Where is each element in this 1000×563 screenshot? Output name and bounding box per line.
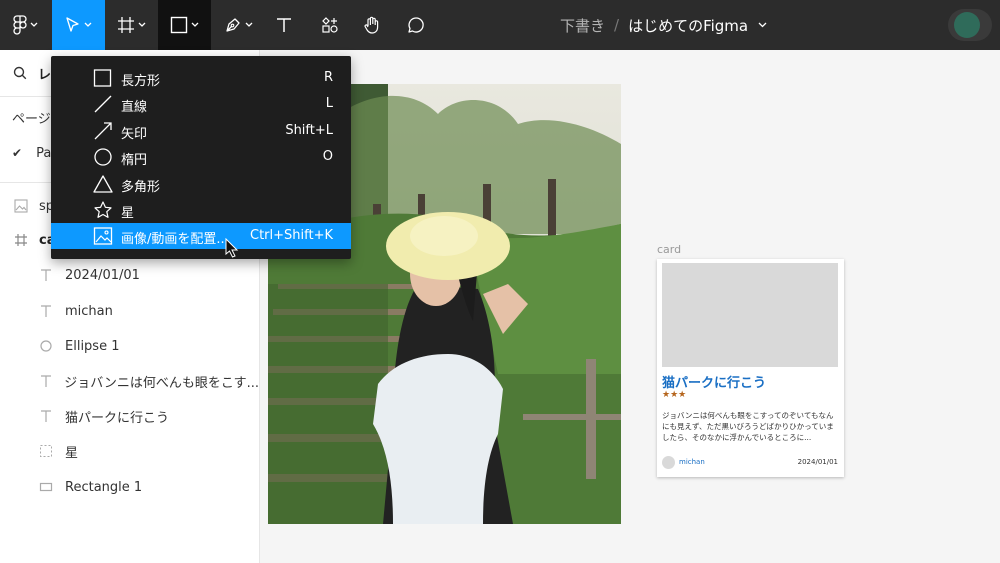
shape-menu: 長方形 R 直線 L 矢印 Shift+L 楕円 O 多角形 星 画像/動画を配… xyxy=(51,56,351,259)
text-icon xyxy=(34,304,58,318)
chevron-down-icon xyxy=(138,22,146,27)
frame-hash-icon xyxy=(118,17,134,33)
layer-label: ジョバンニは何べんも眼をこす... xyxy=(64,375,259,391)
cursor-arrow-icon xyxy=(66,17,79,32)
resources-icon xyxy=(322,17,338,33)
layer-row[interactable]: 猫パークに行こう xyxy=(0,399,259,433)
file-name[interactable]: はじめてのFigma xyxy=(628,15,748,36)
breadcrumb-separator: / xyxy=(614,16,620,34)
menu-item-label: 矢印 xyxy=(121,127,148,142)
layer-row[interactable]: 星 xyxy=(0,434,259,468)
layer-label: Ellipse 1 xyxy=(65,338,120,354)
line-icon xyxy=(94,95,112,113)
star-icon xyxy=(34,444,58,458)
layer-label: 2024/01/01 xyxy=(65,267,140,283)
menu-item-arrow[interactable]: 矢印 Shift+L xyxy=(51,118,351,144)
polygon-icon xyxy=(93,175,113,193)
chevron-down-icon xyxy=(84,22,92,27)
text-icon xyxy=(34,268,58,282)
draft-label[interactable]: 下書き xyxy=(560,15,605,36)
move-tool-button[interactable] xyxy=(52,0,105,50)
menu-item-label: 楕円 xyxy=(121,153,148,168)
menu-item-line[interactable]: 直線 L xyxy=(51,91,351,117)
frame-icon xyxy=(9,233,33,247)
toolbar: 下書き / はじめてのFigma xyxy=(0,0,1000,50)
menu-item-label: 星 xyxy=(121,206,135,221)
layer-row[interactable]: 2024/01/01 xyxy=(0,258,259,292)
chevron-down-icon xyxy=(191,22,199,27)
text-icon xyxy=(34,409,58,423)
menu-item-polygon[interactable]: 多角形 xyxy=(51,171,351,197)
card-date: 2024/01/01 xyxy=(797,458,838,466)
user-menu[interactable] xyxy=(948,9,992,41)
menu-item-label: 直線 xyxy=(121,100,148,115)
layer-row[interactable]: Rectangle 1 xyxy=(0,470,259,504)
chevron-down-icon xyxy=(30,22,37,27)
star-icon xyxy=(94,201,112,218)
avatar[interactable] xyxy=(954,12,980,38)
layer-label: 星 xyxy=(65,445,79,461)
arrow-icon xyxy=(94,122,112,140)
figma-logo-icon xyxy=(12,15,27,35)
comment-icon xyxy=(408,17,424,33)
card-author: michan xyxy=(679,458,705,466)
file-title[interactable]: 下書き / はじめてのFigma xyxy=(560,0,767,50)
rectangle-icon xyxy=(170,16,188,34)
menu-item-place-image[interactable]: 画像/動画を配置... Ctrl+Shift+K xyxy=(51,223,351,249)
frame-label[interactable]: card xyxy=(657,243,681,256)
ellipse-icon xyxy=(34,339,58,353)
mouse-cursor-icon xyxy=(225,238,239,258)
text-tool-button[interactable] xyxy=(264,0,304,50)
card-footer: michan 2024/01/01 xyxy=(662,456,838,470)
page-label: Pa xyxy=(36,145,52,161)
chevron-down-icon[interactable] xyxy=(758,22,767,28)
layer-row[interactable]: ジョバンニは何べんも眼をこす... xyxy=(0,364,259,398)
layer-label: 猫パークに行こう xyxy=(65,410,170,426)
menu-item-shortcut: Shift+L xyxy=(285,123,333,138)
layer-row[interactable]: michan xyxy=(0,294,259,328)
image-icon xyxy=(9,199,33,213)
card-body: ジョバンニは何べんも眼をこすってのぞいてもなんにも見えず、ただ黒いびろうどばかり… xyxy=(662,411,834,442)
menu-item-shortcut: L xyxy=(325,96,333,111)
rectangle-icon xyxy=(93,69,112,87)
shape-tool-button[interactable] xyxy=(158,0,211,50)
image-icon xyxy=(93,227,113,245)
pages-label: ページ xyxy=(12,111,51,127)
resources-button[interactable] xyxy=(310,0,350,50)
menu-item-label: 画像/動画を配置... xyxy=(121,232,229,247)
text-icon xyxy=(34,374,57,388)
pen-icon xyxy=(225,18,240,32)
menu-item-rectangle[interactable]: 長方形 R xyxy=(51,65,351,91)
menu-item-ellipse[interactable]: 楕円 O xyxy=(51,144,351,170)
layer-label: Rectangle 1 xyxy=(65,479,143,495)
check-icon: ✔ xyxy=(12,146,23,160)
search-label: レ xyxy=(38,67,52,83)
menu-item-shortcut: O xyxy=(322,149,333,164)
frame-tool-button[interactable] xyxy=(105,0,158,50)
hand-tool-button[interactable] xyxy=(352,0,392,50)
search-icon xyxy=(8,66,32,80)
layer-label: michan xyxy=(65,303,113,319)
avatar xyxy=(662,456,675,469)
comment-tool-button[interactable] xyxy=(396,0,436,50)
menu-item-shortcut: R xyxy=(323,70,333,85)
card-image-placeholder xyxy=(662,263,838,367)
ellipse-icon xyxy=(94,148,112,166)
layer-row[interactable]: Ellipse 1 xyxy=(0,329,259,363)
chevron-down-icon xyxy=(245,22,252,27)
rectangle-icon xyxy=(34,480,58,494)
card-title: 猫パークに行こう xyxy=(662,376,767,391)
hand-icon xyxy=(364,16,379,34)
card-frame[interactable]: 猫パークに行こう ★★★ ジョバンニは何べんも眼をこすってのぞいてもなんにも見え… xyxy=(657,259,844,477)
card-stars: ★★★ xyxy=(662,390,687,400)
menu-item-label: 多角形 xyxy=(121,180,161,195)
main-menu-button[interactable] xyxy=(0,0,50,50)
menu-item-star[interactable]: 星 xyxy=(51,197,351,223)
menu-item-shortcut: Ctrl+Shift+K xyxy=(250,228,333,243)
pen-tool-button[interactable] xyxy=(214,0,262,50)
menu-item-label: 長方形 xyxy=(121,74,161,89)
text-icon xyxy=(277,18,291,32)
